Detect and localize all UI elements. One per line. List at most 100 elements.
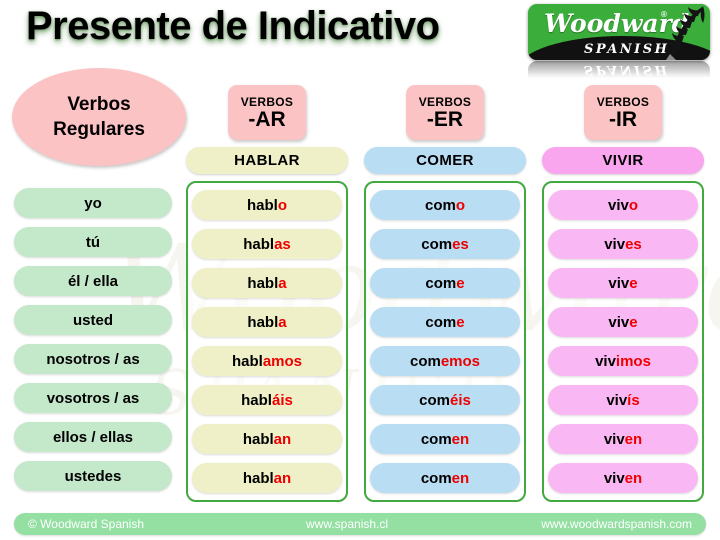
- verb-stem: habl: [246, 196, 278, 214]
- verb-stem: habl: [242, 469, 274, 487]
- pronoun-pill: ustedes: [14, 461, 172, 491]
- verb-stem: viv: [595, 352, 616, 370]
- verb-stem: com: [409, 352, 441, 370]
- conjugation-column-er: VERBOS -ER COMER com o com es com e com e com emos co…: [364, 85, 526, 502]
- verb-ending: e: [456, 274, 465, 292]
- pronoun-pill: él / ella: [14, 266, 172, 296]
- conjugation-pill: com en: [370, 463, 520, 493]
- conjugation-pill: viv imos: [548, 346, 698, 376]
- verb-ending: éis: [449, 391, 471, 409]
- conjugation-pill: habl an: [192, 463, 342, 493]
- verb-ending: an: [273, 469, 292, 487]
- verb-ending: emos: [440, 352, 481, 370]
- conjugation-box: viv o viv es viv e viv e viv imos viv ís viv en viv en: [542, 181, 704, 502]
- verbos-label: VERBOS: [418, 94, 472, 109]
- verb-stem: habl: [243, 235, 275, 253]
- verb-stem: viv: [608, 313, 630, 331]
- verbos-regulares-line1: Verbos: [67, 94, 131, 115]
- pronoun-pill: ellos / ellas: [14, 422, 172, 452]
- verbos-regulares-badge: Verbos Regulares: [12, 68, 186, 166]
- conjugation-pill: habl a: [192, 307, 342, 337]
- fern-leaf-icon: [666, 6, 705, 60]
- verb-stem: habl: [247, 313, 279, 331]
- pronoun-pill: nosotros / as: [14, 344, 172, 374]
- conjugation-pill: com es: [370, 229, 520, 259]
- verb-ending: as: [274, 235, 291, 253]
- verbos-label: VERBOS: [596, 94, 650, 109]
- conjugation-pill: viv e: [548, 307, 698, 337]
- conjugation-pill: habl o: [192, 190, 342, 220]
- verbos-regulares-line2: Regulares: [53, 119, 145, 140]
- verbos-type-badge: VERBOS -AR: [228, 85, 306, 140]
- verb-stem: com: [425, 274, 457, 292]
- verb-stem: com: [421, 235, 453, 253]
- verb-stem: com: [425, 313, 457, 331]
- conjugation-pill: viv ís: [548, 385, 698, 415]
- verb-ending: es: [625, 235, 642, 253]
- conjugation-pill: viv e: [548, 268, 698, 298]
- conjugation-pill: com en: [370, 424, 520, 454]
- logo-reflection-text: SPANISH: [584, 62, 670, 77]
- conjugation-column-ar: VERBOS -AR HABLAR habl o habl as habl a habl a habl…: [186, 85, 348, 502]
- pronoun-pill: vosotros / as: [14, 383, 172, 413]
- footer-link-spanish-cl[interactable]: www.spanish.cl: [306, 513, 388, 535]
- verb-ending: e: [629, 313, 638, 331]
- verb-stem: com: [420, 430, 452, 448]
- pronoun-pill: yo: [14, 188, 172, 218]
- logo-reflection: SPANISH: [528, 61, 710, 78]
- conjugation-box: com o com es com e com e com emos com éis com en com en: [364, 181, 526, 502]
- verb-stem: viv: [607, 196, 629, 214]
- verb-ending: an: [273, 430, 292, 448]
- verb-ending: o: [628, 196, 639, 214]
- conjugation-box: habl o habl as habl a habl a habl amos habl áis habl…: [186, 181, 348, 502]
- verb-ending: imos: [615, 352, 651, 370]
- verb-ending: a: [278, 274, 287, 292]
- conjugation-pill: habl as: [192, 229, 342, 259]
- conjugation-pill: viv en: [548, 424, 698, 454]
- pronoun-pill: usted: [14, 305, 172, 335]
- verb-ending: en: [624, 469, 643, 487]
- verb-ending-label: -IR: [609, 107, 637, 131]
- verb-stem: viv: [603, 430, 625, 448]
- woodward-spanish-logo[interactable]: Woodward ® SPANISH SPANISH: [528, 4, 710, 78]
- verb-ending: o: [277, 196, 287, 214]
- verb-ending-label: -AR: [248, 107, 286, 131]
- conjugation-pill: habl amos: [192, 346, 342, 376]
- verb-stem: viv: [608, 274, 630, 292]
- conjugation-pill: viv o: [548, 190, 698, 220]
- conjugation-pill: habl áis: [192, 385, 342, 415]
- verbos-label: VERBOS: [240, 94, 294, 109]
- conjugation-pill: viv es: [548, 229, 698, 259]
- watermark-brand: Woodward: [110, 230, 720, 350]
- verbos-type-badge: VERBOS -ER: [406, 85, 484, 140]
- verb-ending: áis: [271, 391, 293, 409]
- verb-ending: en: [451, 430, 470, 448]
- verb-infinitive-header: VIVIR: [542, 147, 704, 174]
- pronoun-column: yo tú él / ella usted nosotros / as vosotros …: [14, 188, 172, 491]
- verb-ending: e: [456, 313, 465, 331]
- verb-stem: com: [420, 469, 452, 487]
- conjugation-pill: com o: [370, 190, 520, 220]
- pronoun-pill: tú: [14, 227, 172, 257]
- footer-copyright: © Woodward Spanish: [28, 517, 145, 531]
- verb-stem: com: [419, 391, 450, 409]
- page-title: Presente de Indicativo: [26, 4, 440, 48]
- conjugation-pill: habl an: [192, 424, 342, 454]
- verb-stem: habl: [231, 352, 263, 370]
- verb-ending: amos: [262, 352, 303, 370]
- verb-ending: a: [278, 313, 287, 331]
- verb-ending: en: [451, 469, 470, 487]
- background-watermark: Woodward SPANISH: [110, 230, 720, 480]
- verb-infinitive-header: COMER: [364, 147, 526, 174]
- verb-infinitive-header: HABLAR: [186, 147, 348, 174]
- conjugation-pill: com e: [370, 307, 520, 337]
- verb-ending: o: [455, 196, 465, 214]
- verb-ending-label: -ER: [426, 107, 464, 131]
- logo-badge: Woodward ® SPANISH: [528, 4, 710, 60]
- footer-link-woodwardspanish[interactable]: www.woodwardspanish.com: [541, 513, 692, 535]
- conjugation-column-ir: VERBOS -IR VIVIR viv o viv es viv e viv e viv imos vi…: [542, 85, 704, 502]
- conjugation-pill: habl a: [192, 268, 342, 298]
- verb-stem: viv: [604, 235, 626, 253]
- verb-ending: e: [629, 274, 638, 292]
- verb-ending: ís: [627, 391, 640, 409]
